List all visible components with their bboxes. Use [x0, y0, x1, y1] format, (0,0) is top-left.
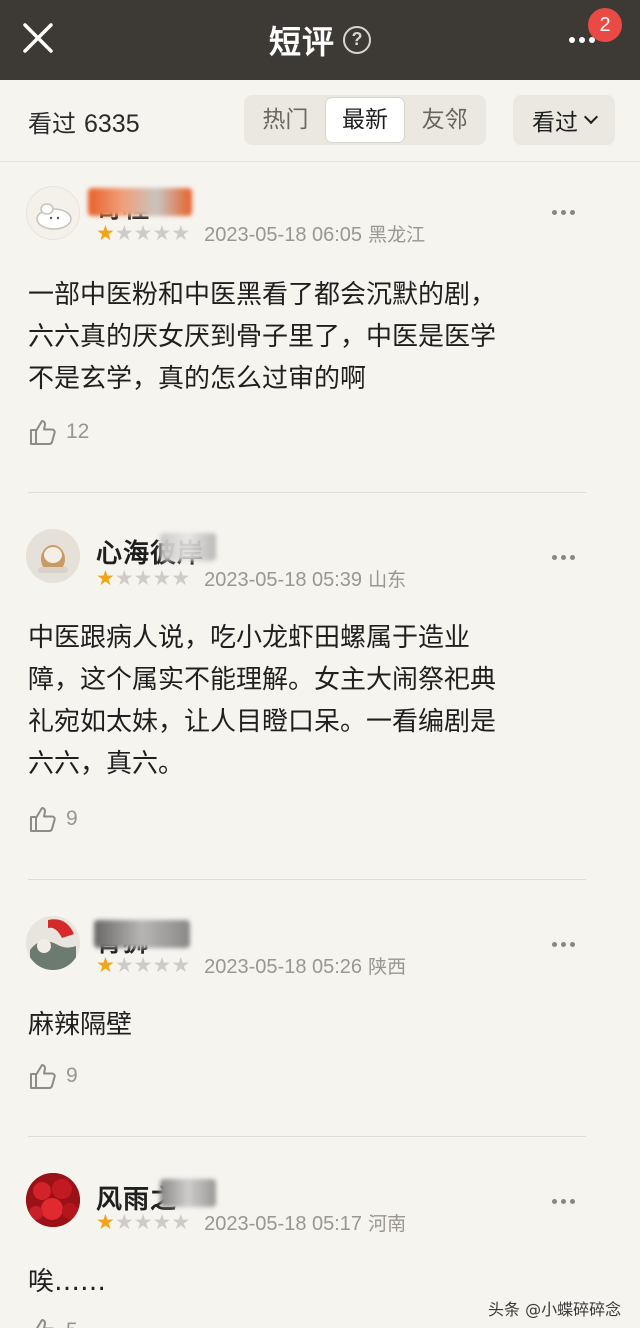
tab-friends[interactable]: 友邻 [405, 97, 484, 143]
review-content: 一部中医粉和中医黑看了都会沉默的剧， 六六真的厌女厌到骨子里了，中医是医学 不是… [28, 274, 598, 400]
review-meta: ★ ★ ★ ★ ★ 2023-05-18 05:17 河南 [96, 1209, 406, 1235]
review-item: 心海彼岸 ★ ★ ★ ★ ★ 2023-05-18 05:39 山东 中医跟病人说，吃小龙… [0, 493, 640, 879]
like-button[interactable]: 5 [28, 1315, 78, 1328]
username-blur [88, 188, 192, 216]
notification-badge: 2 [588, 8, 622, 42]
star-icon: ★ [96, 566, 115, 590]
star-icon: ★ [114, 566, 134, 590]
review-content: 中医跟病人说，吃小龙虾田螺属于造业 障，这个属实不能理解。女主大闹祭祀典 礼宛如… [28, 617, 598, 785]
like-count: 9 [66, 807, 78, 830]
review-content: 麻辣隔壁 [28, 1004, 598, 1046]
title-area: 短评 ? [0, 18, 640, 62]
avatar[interactable] [26, 529, 80, 583]
review-location: 河南 [368, 1212, 407, 1235]
content-line: 六六，真六。 [28, 749, 185, 779]
username-blur [160, 1179, 216, 1207]
chevron-down-icon [583, 109, 599, 125]
thumbs-up-icon [30, 420, 56, 445]
content-line: 礼宛如太妹，让人目瞪口呆。一看编剧是 [28, 707, 497, 737]
review-meta: ★ ★ ★ ★ ★ 2023-05-18 05:26 陕西 [96, 952, 406, 978]
like-count: 9 [66, 1064, 78, 1087]
star-icon: ★ [171, 953, 191, 977]
content-line: 六六真的厌女厌到骨子里了，中医是医学 [28, 322, 497, 352]
star-icon: ★ [133, 953, 153, 977]
tab-hot[interactable]: 热门 [246, 97, 325, 143]
seen-filter-dropdown[interactable]: 看过 [513, 95, 615, 145]
star-icon: ★ [114, 221, 134, 245]
avatar[interactable] [26, 916, 80, 970]
star-rating: ★ ★ ★ ★ ★ [96, 1211, 190, 1233]
seen-count: 看过 6335 [28, 104, 140, 139]
review-date: 2023-05-18 06:05 [204, 223, 363, 246]
more-options-icon[interactable] [552, 938, 580, 950]
sort-segmented-control: 热门 最新 友邻 [244, 95, 486, 145]
star-rating: ★ ★ ★ ★ ★ [96, 222, 190, 244]
content-line: 麻辣隔壁 [28, 1010, 133, 1040]
filter-bar: 看过 6335 热门 最新 友邻 看过 [0, 80, 640, 162]
star-icon: ★ [152, 1210, 172, 1234]
review-date: 2023-05-18 05:26 [204, 955, 363, 978]
top-bar: 短评 ? 2 [0, 0, 640, 80]
star-rating: ★ ★ ★ ★ ★ [96, 567, 190, 589]
star-icon: ★ [133, 566, 153, 590]
star-icon: ★ [114, 953, 134, 977]
star-icon: ★ [96, 221, 115, 245]
star-icon: ★ [96, 953, 115, 977]
star-icon: ★ [96, 1210, 115, 1234]
like-button[interactable]: 9 [28, 1060, 78, 1092]
like-count: 12 [66, 420, 90, 443]
review-location: 黑龙江 [368, 223, 426, 246]
star-icon: ★ [171, 221, 191, 245]
thumbs-up-icon [30, 807, 56, 832]
thumbs-up-icon [30, 1064, 56, 1089]
content-line: 障，这个属实不能理解。女主大闹祭祀典 [28, 665, 497, 695]
seen-count-value: 6335 [84, 110, 140, 138]
content-line: 不是玄学，真的怎么过审的啊 [28, 364, 367, 394]
username-blur [94, 920, 190, 948]
review-location: 山东 [368, 568, 407, 591]
like-button[interactable]: 12 [28, 416, 89, 448]
star-icon: ★ [133, 221, 153, 245]
page-title: 短评 [268, 23, 335, 61]
review-item: 哥程 ★★★★★ 2023-05-18 06:05黑龙江 一部中医粉和中医黑看了… [0, 162, 640, 492]
review-date: 2023-05-18 05:17 [204, 1212, 363, 1235]
more-options-icon[interactable] [552, 206, 580, 218]
watermark: 头条 @小蝶碎碎念 [488, 1300, 622, 1319]
like-count: 5 [66, 1319, 78, 1328]
content-line: 一部中医粉和中医黑看了都会沉默的剧， [28, 280, 497, 310]
star-icon: ★ [171, 566, 191, 590]
star-icon: ★ [152, 953, 172, 977]
avatar[interactable] [26, 1173, 80, 1227]
star-icon: ★ [171, 1210, 191, 1234]
seen-label: 看过 [28, 110, 76, 138]
seen-filter-label: 看过 [532, 110, 578, 136]
star-rating: ★ ★ ★ ★ ★ [96, 954, 190, 976]
review-location: 陕西 [368, 955, 407, 978]
thumbs-up-icon [31, 1319, 54, 1328]
star-icon: ★ [114, 1210, 134, 1234]
star-icon: ★ [133, 1210, 153, 1234]
tab-latest[interactable]: 最新 [324, 97, 406, 143]
star-icon: ★ [152, 221, 172, 245]
username-blur [160, 533, 216, 561]
star-icon: ★ [152, 566, 172, 590]
review-item: 青狮 ★★★★★ 2023-05-18 05:26陕西 麻辣隔壁 9 [0, 880, 640, 1136]
help-icon[interactable]: ? [343, 26, 371, 54]
review-meta: ★ ★ ★ ★ ★ 2023-05-18 06:05 黑龙江 [96, 220, 425, 246]
review-date: 2023-05-18 05:39 [204, 568, 363, 591]
avatar[interactable] [26, 186, 80, 240]
more-options-icon[interactable] [552, 551, 580, 563]
more-options-icon[interactable] [552, 1195, 580, 1207]
review-meta: ★ ★ ★ ★ ★ 2023-05-18 05:39 山东 [96, 565, 406, 591]
content-line: 中医跟病人说，吃小龙虾田螺属于造业 [28, 623, 471, 653]
like-button[interactable]: 9 [28, 803, 78, 835]
